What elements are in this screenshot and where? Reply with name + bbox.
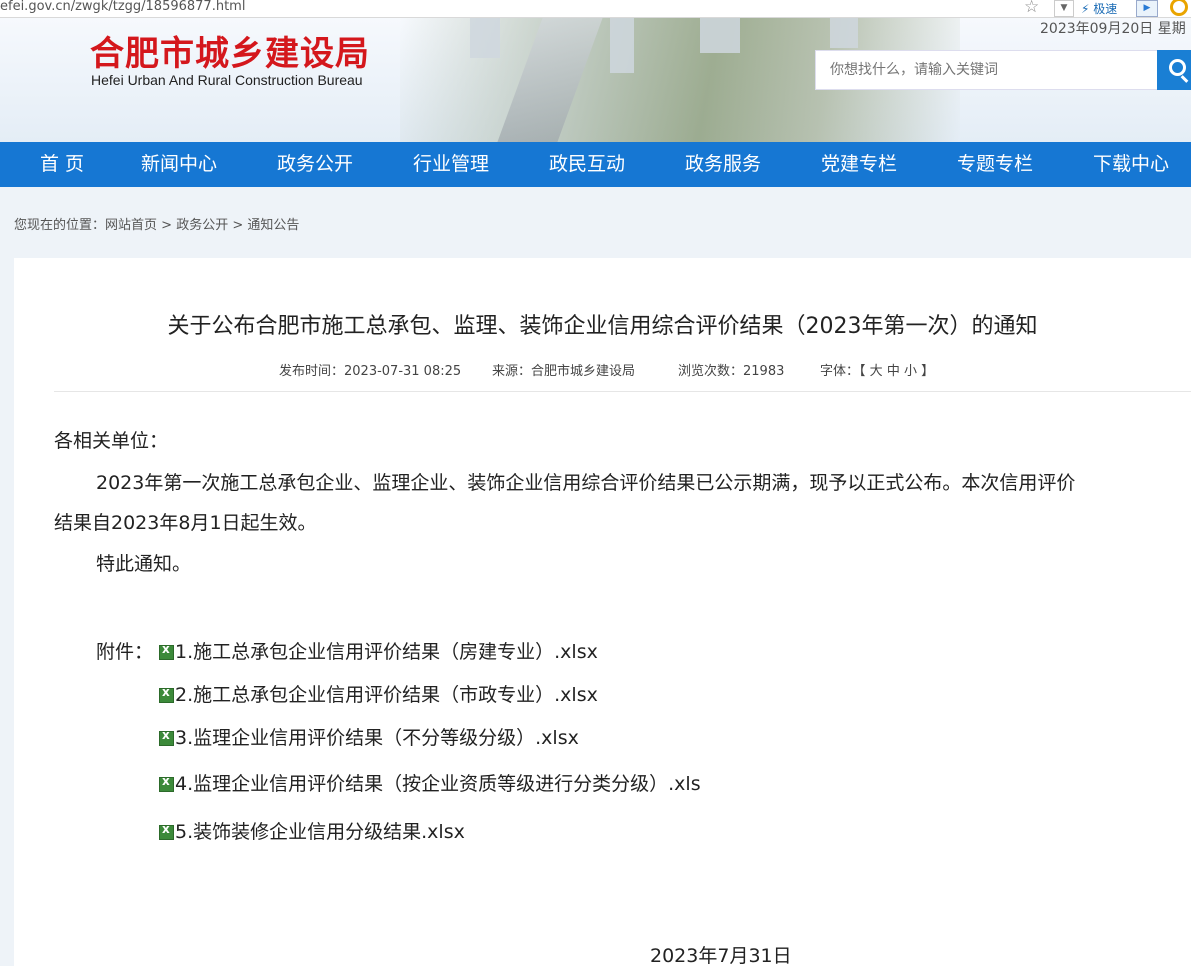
nav-item-services[interactable]: 政务服务 xyxy=(685,142,761,187)
attachment-name: 4.监理企业信用评价结果（按企业资质等级进行分类分级）.xls xyxy=(175,773,701,795)
site-logo-chinese[interactable]: 合肥市城乡建设局 xyxy=(90,26,370,75)
nav-item-news[interactable]: 新闻中心 xyxy=(141,142,217,187)
header-building xyxy=(700,18,740,53)
article-container: 关于公布合肥市施工总承包、监理、装饰企业信用综合评价结果（2023年第一次）的通… xyxy=(14,258,1191,966)
header-building xyxy=(610,18,634,73)
article-closing: 特此通知。 xyxy=(96,553,192,575)
breadcrumb-separator: > xyxy=(157,218,177,233)
font-size-medium[interactable]: 中 xyxy=(887,364,900,379)
attachments-label: 附件： xyxy=(96,641,154,663)
article-body-line: 结果自2023年8月1日起生效。 xyxy=(54,512,317,534)
breadcrumb-current[interactable]: 通知公告 xyxy=(247,218,299,233)
article-salutation: 各相关单位： xyxy=(54,430,169,452)
site-logo-english: Hefei Urban And Rural Construction Burea… xyxy=(91,72,363,88)
search-icon-handle xyxy=(1180,75,1189,83)
font-size-end: 】 xyxy=(921,364,935,379)
search-box xyxy=(815,50,1158,90)
breadcrumb: 您现在的位置：网站首页 > 政务公开 > 通知公告 xyxy=(14,214,299,233)
nav-item-downloads[interactable]: 下载中心 xyxy=(1093,142,1169,187)
breadcrumb-prefix: 您现在的位置： xyxy=(14,218,106,233)
font-size-large[interactable]: 大 xyxy=(870,364,883,379)
search-icon xyxy=(1169,59,1186,76)
excel-file-icon xyxy=(159,685,174,703)
breadcrumb-separator: > xyxy=(228,218,248,233)
browser-toolbar: efei.gov.cn/zwgk/tzgg/18596877.html ☆ ▼ … xyxy=(0,0,1191,18)
attachment-link[interactable]: 3.监理企业信用评价结果（不分等级分级）.xlsx xyxy=(159,723,579,750)
play-icon[interactable]: ▶ xyxy=(1136,0,1158,17)
chevron-down-icon[interactable]: ▼ xyxy=(1054,0,1074,17)
current-date: 2023年09月20日 星期 xyxy=(1040,21,1186,37)
header-building xyxy=(830,18,858,48)
excel-file-icon xyxy=(159,642,174,660)
font-size-label: 字体：【 xyxy=(820,364,866,379)
nav-item-topics[interactable]: 专题专栏 xyxy=(957,142,1033,187)
article-source: 来源：合肥市城乡建设局 xyxy=(492,364,636,379)
main-nav: 首 页 新闻中心 政务公开 行业管理 政民互动 政务服务 党建专栏 专题专栏 下… xyxy=(0,142,1191,187)
article-sign-date: 2023年7月31日 xyxy=(650,945,792,966)
excel-file-icon xyxy=(159,728,174,746)
font-size-control: 字体：【 大 中 小 】 xyxy=(820,360,934,379)
speed-mode-label: 极速 xyxy=(1093,2,1118,16)
attachment-link[interactable]: 2.施工总承包企业信用评价结果（市政专业）.xlsx xyxy=(159,680,598,707)
article-divider xyxy=(54,391,1191,392)
header-building xyxy=(470,18,500,58)
nav-item-home[interactable]: 首 页 xyxy=(40,142,84,187)
nav-item-gov-affairs[interactable]: 政务公开 xyxy=(277,142,353,187)
site-header: 合肥市城乡建设局 Hefei Urban And Rural Construct… xyxy=(0,18,1191,142)
search-button[interactable] xyxy=(1157,50,1191,90)
search-input[interactable] xyxy=(816,51,1157,89)
attachment-link[interactable]: 4.监理企业信用评价结果（按企业资质等级进行分类分级）.xls xyxy=(159,769,701,796)
excel-file-icon xyxy=(159,774,174,792)
attachment-link[interactable]: 1.施工总承包企业信用评价结果（房建专业）.xlsx xyxy=(159,637,598,664)
address-bar[interactable]: efei.gov.cn/zwgk/tzgg/18596877.html xyxy=(0,0,245,14)
nav-item-party[interactable]: 党建专栏 xyxy=(821,142,897,187)
article-publish-time: 发布时间：2023-07-31 08:25 xyxy=(279,364,462,379)
attachment-name: 5.装饰装修企业信用分级结果.xlsx xyxy=(175,821,465,843)
attachment-name: 1.施工总承包企业信用评价结果（房建专业）.xlsx xyxy=(175,641,598,663)
article-title: 关于公布合肥市施工总承包、监理、装饰企业信用综合评价结果（2023年第一次）的通… xyxy=(167,314,1038,339)
attachment-name: 2.施工总承包企业信用评价结果（市政专业）.xlsx xyxy=(175,684,598,706)
article-views: 浏览次数：21983 xyxy=(678,364,785,379)
star-icon[interactable]: ☆ xyxy=(1024,0,1039,17)
excel-file-icon xyxy=(159,822,174,840)
breadcrumb-section[interactable]: 政务公开 xyxy=(176,218,228,233)
article-body-line: 2023年第一次施工总承包企业、监理企业、装饰企业信用综合评价结果已公示期满，现… xyxy=(96,472,1076,494)
breadcrumb-home[interactable]: 网站首页 xyxy=(105,218,157,233)
speed-mode-button[interactable]: ⚡ 极速 xyxy=(1081,0,1117,17)
attachment-name: 3.监理企业信用评价结果（不分等级分级）.xlsx xyxy=(175,727,579,749)
browser-logo-icon[interactable] xyxy=(1170,0,1188,16)
nav-item-industry[interactable]: 行业管理 xyxy=(413,142,489,187)
nav-item-interaction[interactable]: 政民互动 xyxy=(549,142,625,187)
font-size-small[interactable]: 小 xyxy=(904,364,917,379)
attachment-link[interactable]: 5.装饰装修企业信用分级结果.xlsx xyxy=(159,817,465,844)
